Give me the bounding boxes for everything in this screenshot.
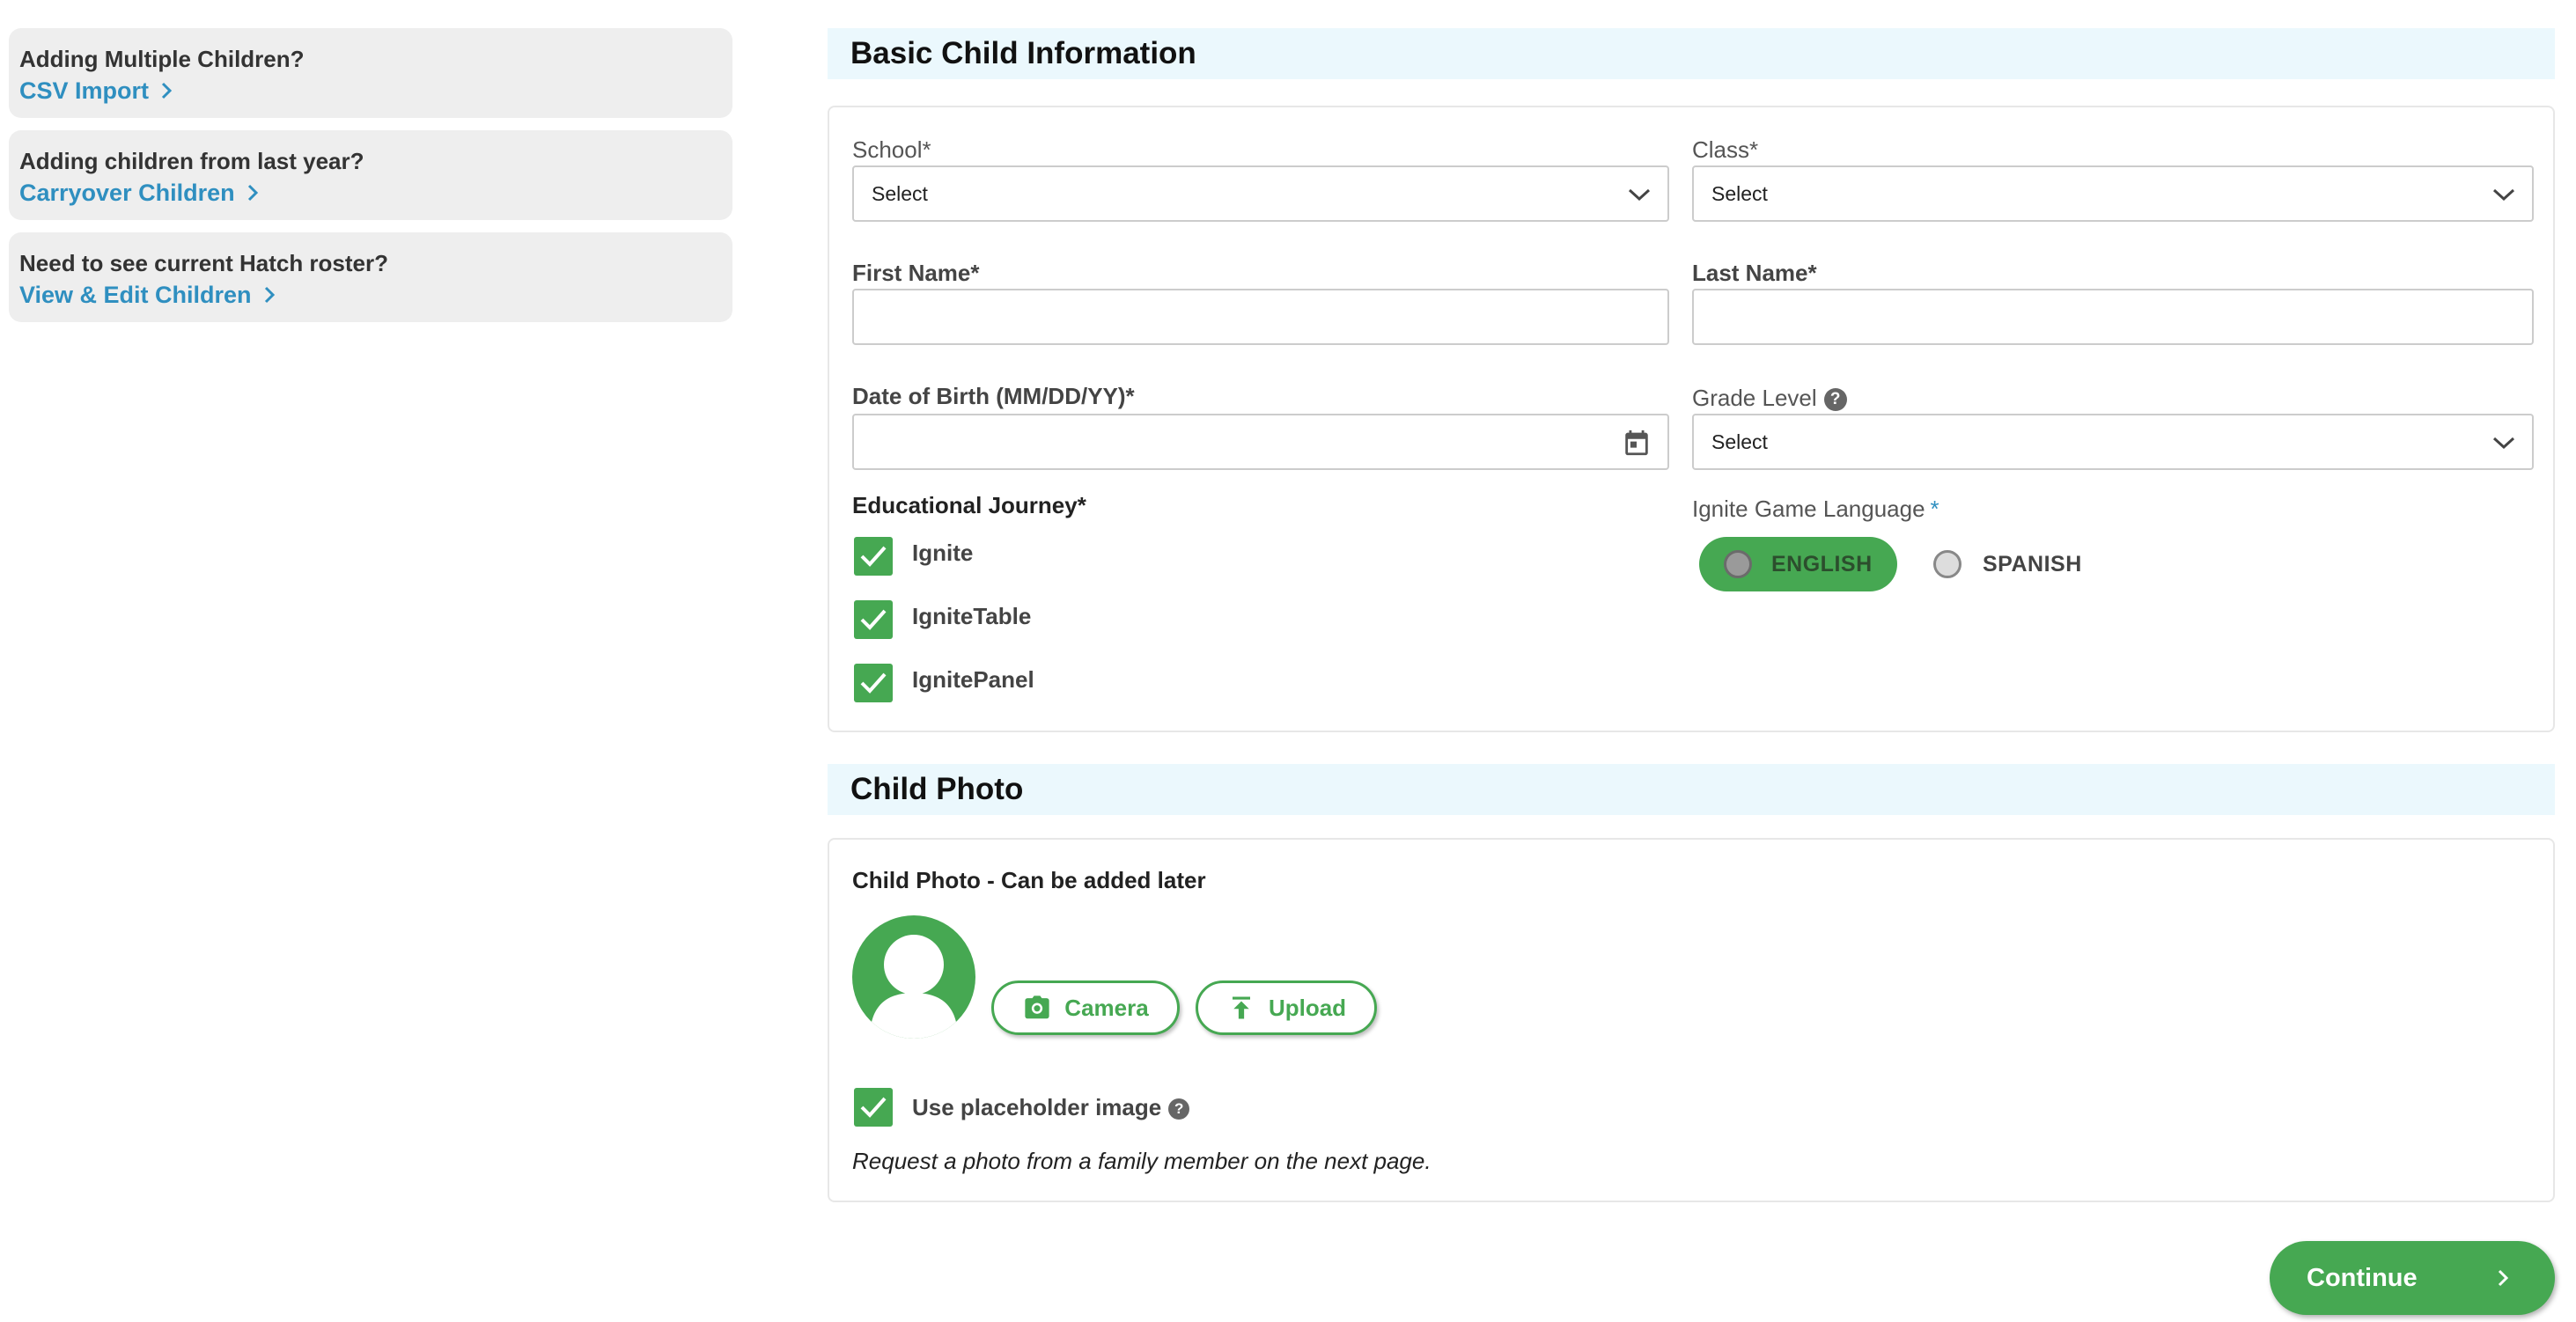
child-photo-header: Child Photo	[828, 764, 2555, 815]
chevron-down-icon	[1628, 188, 1651, 202]
basic-info-header: Basic Child Information	[828, 28, 2555, 79]
chevron-right-icon	[161, 82, 173, 99]
placeholder-option[interactable]: Use placeholder image?	[854, 1088, 1190, 1127]
grade-label-text: Grade Level	[1692, 385, 1817, 411]
chevron-right-icon	[264, 286, 275, 304]
calendar-icon[interactable]	[1622, 428, 1652, 458]
help-icon[interactable]: ?	[1823, 388, 1847, 412]
avatar	[852, 915, 975, 1039]
csv-import-link-label: CSV Import	[19, 77, 150, 104]
roster-question: Need to see current Hatch roster?	[19, 250, 389, 276]
language-option-spanish[interactable]: SPANISH	[1933, 550, 2082, 578]
chevron-right-icon	[247, 184, 258, 202]
continue-button[interactable]: Continue	[2270, 1241, 2555, 1315]
class-select-value: Select	[1711, 181, 1768, 205]
journey-label: Educational Journey*	[852, 492, 1086, 518]
camera-icon	[1025, 995, 1049, 1019]
child-photo-title: Child Photo	[850, 772, 1024, 806]
child-photo-panel: Child Photo - Can be added later Camera …	[828, 838, 2555, 1202]
ignitetable-checkbox[interactable]	[854, 600, 893, 639]
photo-subtitle: Child Photo - Can be added later	[852, 867, 1206, 893]
dob-label: Date of Birth (MM/DD/YY)*	[852, 383, 1135, 409]
basic-info-panel: School* Select Class* Select First Name*…	[828, 106, 2555, 732]
last-name-label: Last Name*	[1692, 260, 1817, 286]
csv-import-link[interactable]: CSV Import	[19, 74, 175, 107]
spanish-radio[interactable]	[1933, 550, 1961, 578]
upload-button-label: Upload	[1268, 994, 1347, 1021]
language-label: Ignite Game Language *	[1692, 495, 1939, 523]
person-icon	[870, 935, 958, 1039]
english-label: ENGLISH	[1771, 551, 1873, 577]
help-icon[interactable]: ?	[1168, 1098, 1190, 1120]
school-label: School*	[852, 136, 931, 163]
language-label-text: Ignite Game Language	[1692, 496, 1925, 522]
journey-option-ignite[interactable]: Ignite	[854, 537, 973, 576]
ignitepanel-checkbox[interactable]	[854, 664, 893, 702]
camera-button-label: Camera	[1064, 994, 1149, 1021]
dob-input[interactable]	[852, 414, 1669, 470]
ignitetable-label: IgniteTable	[912, 602, 1032, 629]
first-name-label: First Name*	[852, 260, 980, 286]
required-mark: *	[1930, 496, 1939, 522]
chevron-down-icon	[2492, 437, 2515, 450]
carryover-link[interactable]: Carryover Children	[19, 176, 261, 209]
carryover-card: Adding children from last year? Carryove…	[9, 130, 732, 220]
placeholder-checkbox[interactable]	[854, 1088, 893, 1127]
last-name-input[interactable]	[1692, 289, 2534, 345]
journey-option-ignitepanel[interactable]: IgnitePanel	[854, 664, 1034, 702]
grade-select[interactable]: Select	[1692, 414, 2534, 470]
carryover-link-label: Carryover Children	[19, 180, 235, 206]
school-select-value: Select	[872, 181, 928, 205]
view-edit-children-label: View & Edit Children	[19, 282, 252, 308]
sidebar: Adding Multiple Children? CSV Import Add…	[9, 28, 732, 334]
language-option-english[interactable]: ENGLISH	[1699, 537, 1897, 591]
basic-info-title: Basic Child Information	[850, 36, 1196, 70]
camera-button[interactable]: Camera	[991, 980, 1180, 1035]
roster-card: Need to see current Hatch roster? View &…	[9, 232, 732, 322]
english-radio[interactable]	[1724, 550, 1752, 578]
grade-select-value: Select	[1711, 430, 1768, 453]
ignite-checkbox[interactable]	[854, 537, 893, 576]
chevron-down-icon	[2492, 188, 2515, 202]
placeholder-label-text: Use placeholder image	[912, 1093, 1162, 1120]
placeholder-label: Use placeholder image?	[912, 1093, 1190, 1121]
school-select[interactable]: Select	[852, 165, 1669, 222]
grade-label: Grade Level?	[1692, 384, 1847, 412]
ignitepanel-label: IgnitePanel	[912, 665, 1034, 693]
chevron-right-icon	[2498, 1269, 2509, 1287]
carryover-question: Adding children from last year?	[19, 148, 364, 174]
view-edit-children-link[interactable]: View & Edit Children	[19, 278, 278, 312]
upload-button[interactable]: Upload	[1196, 980, 1377, 1035]
class-label: Class*	[1692, 136, 1759, 163]
upload-icon	[1232, 996, 1250, 1019]
continue-button-label: Continue	[2307, 1263, 2418, 1292]
spanish-label: SPANISH	[1983, 551, 2082, 577]
csv-import-card: Adding Multiple Children? CSV Import	[9, 28, 732, 118]
class-select[interactable]: Select	[1692, 165, 2534, 222]
csv-import-question: Adding Multiple Children?	[19, 46, 305, 72]
check-icon	[860, 609, 887, 630]
check-icon	[860, 1097, 887, 1118]
ignite-label: Ignite	[912, 539, 974, 566]
photo-request-note: Request a photo from a family member on …	[852, 1148, 1432, 1174]
check-icon	[860, 672, 887, 694]
check-icon	[860, 546, 887, 567]
journey-option-ignitetable[interactable]: IgniteTable	[854, 600, 1031, 639]
first-name-input[interactable]	[852, 289, 1669, 345]
